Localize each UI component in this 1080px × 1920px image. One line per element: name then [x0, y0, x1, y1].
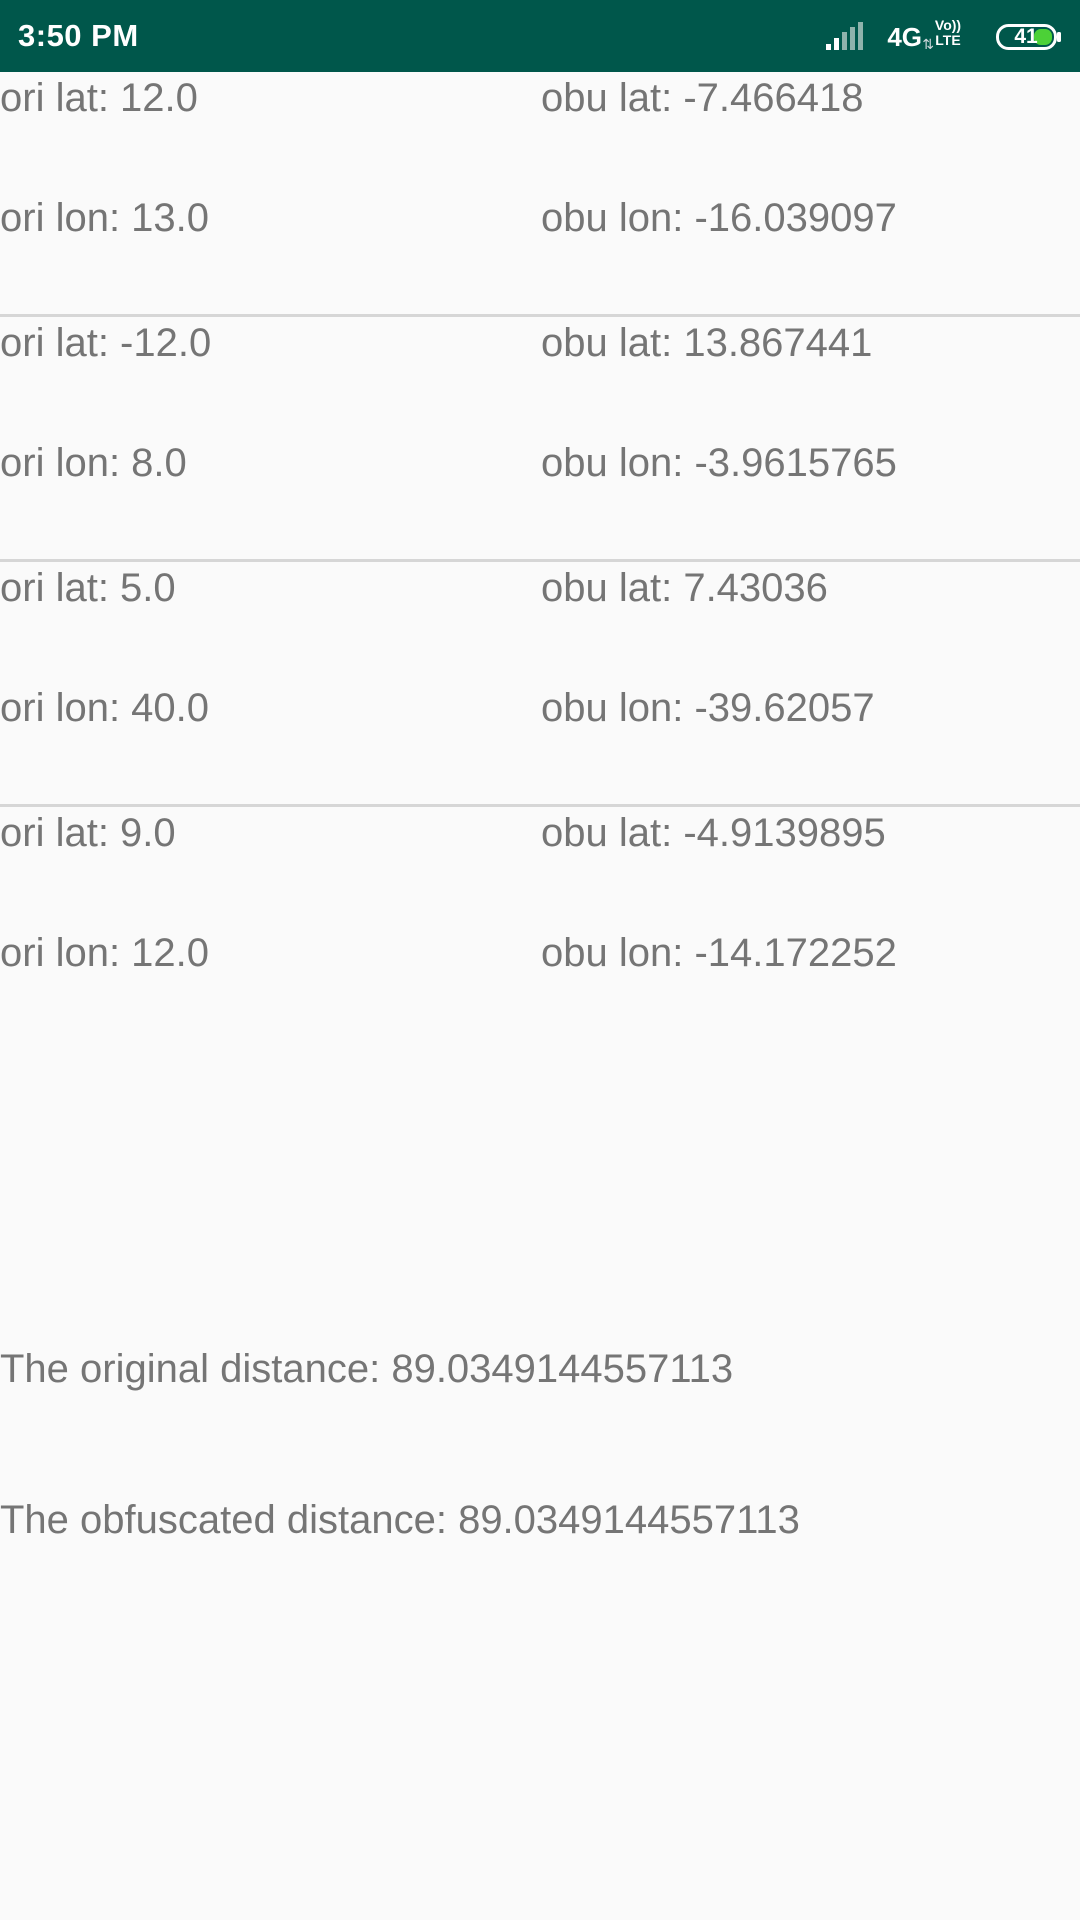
status-time: 3:50 PM [18, 18, 139, 53]
volte-line-2: LTE [935, 32, 961, 48]
battery-level: 41 [1014, 25, 1038, 48]
status-icons: 4G ⇅ Vo)) LTE 41 [822, 14, 1062, 58]
network-type: 4G [887, 22, 922, 52]
original-latitude: ori lat: 12.0 [0, 76, 198, 120]
original-latitude: ori lat: 9.0 [0, 811, 176, 855]
coordinates-list: ori lat: 12.0 obu lat: -7.466418 ori lon… [0, 72, 1080, 1049]
signal-icon [826, 22, 863, 50]
obfuscated-longitude: obu lon: -39.62057 [541, 686, 875, 730]
battery-icon: 41 [996, 24, 1062, 50]
volte-line-1: Vo)) [934, 17, 962, 33]
obfuscated-latitude: obu lat: 13.867441 [541, 321, 873, 365]
obfuscated-distance: The obfuscated distance: 89.034914455711… [0, 1498, 800, 1542]
obfuscated-latitude: obu lat: -4.9139895 [541, 811, 886, 855]
coordinate-pair: ori lat: 5.0 obu lat: 7.43036 ori lon: 4… [0, 562, 1080, 807]
volte-icon: Vo)) LTE [930, 18, 966, 48]
coordinate-pair: ori lat: -12.0 obu lat: 13.867441 ori lo… [0, 317, 1080, 562]
obfuscated-latitude: obu lat: 7.43036 [541, 566, 828, 610]
original-latitude: ori lat: -12.0 [0, 321, 212, 365]
obfuscated-longitude: obu lon: -14.172252 [541, 931, 897, 975]
original-longitude: ori lon: 12.0 [0, 931, 210, 975]
obfuscated-longitude: obu lon: -3.9615765 [541, 441, 897, 485]
status-bar: 3:50 PM 4G ⇅ Vo)) LTE 41 [0, 0, 1080, 72]
obfuscated-latitude: obu lat: -7.466418 [541, 76, 864, 120]
obfuscated-longitude: obu lon: -16.039097 [541, 196, 897, 240]
original-longitude: ori lon: 40.0 [0, 686, 210, 730]
original-longitude: ori lon: 13.0 [0, 196, 210, 240]
coordinate-pair: ori lat: 12.0 obu lat: -7.466418 ori lon… [0, 72, 1080, 317]
original-distance: The original distance: 89.0349144557113 [0, 1347, 734, 1391]
coordinate-pair: ori lat: 9.0 obu lat: -4.9139895 ori lon… [0, 807, 1080, 1049]
original-latitude: ori lat: 5.0 [0, 566, 176, 610]
original-longitude: ori lon: 8.0 [0, 441, 187, 485]
